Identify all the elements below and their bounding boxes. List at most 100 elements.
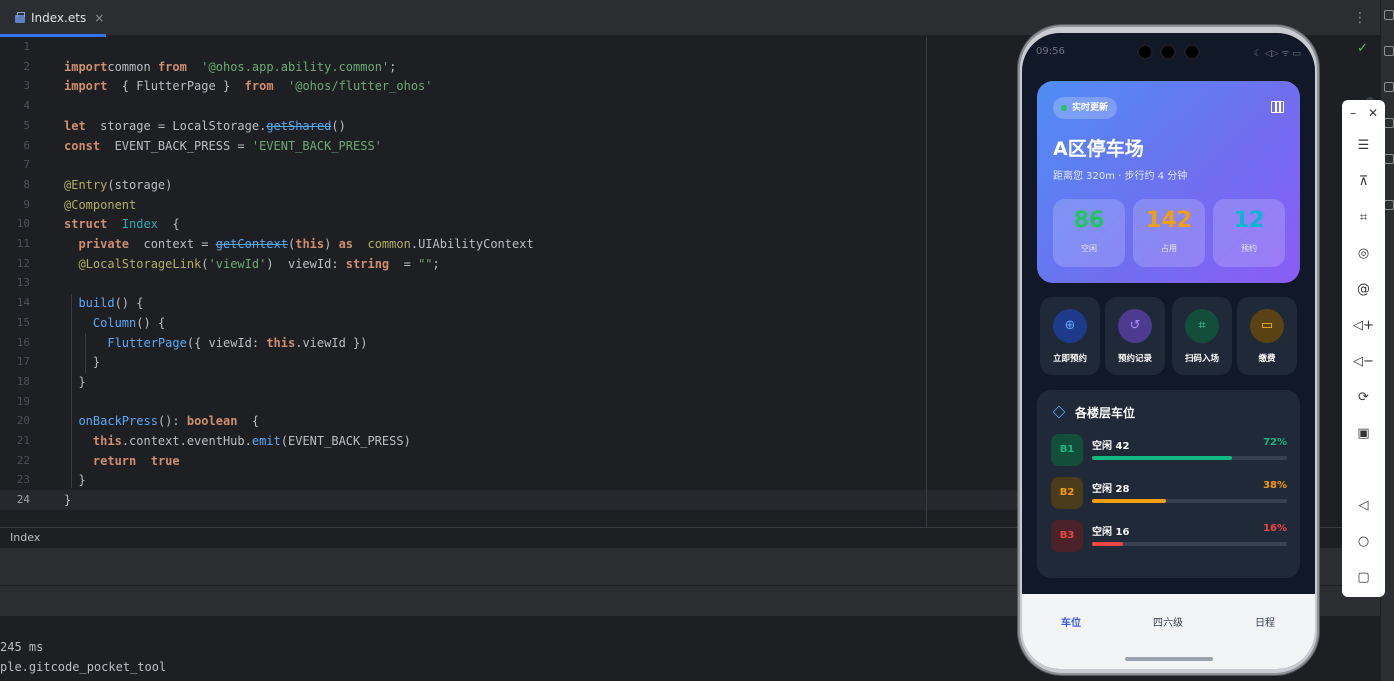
tool-window-icon[interactable] (1384, 154, 1394, 164)
phone-screen[interactable]: 09:56 ☾ ◁▷ ᯤ ▭ 实时更新 A区停车场 距离您 320m · 步行约… (1022, 33, 1315, 669)
code-token: () { (136, 315, 166, 330)
line-number: 16 (16, 335, 30, 349)
nav-item-cet[interactable]: 四六级 (1153, 614, 1183, 629)
line-number: 23 (16, 473, 30, 487)
volume-down-icon[interactable]: ◁− (1342, 354, 1385, 369)
volume-up-icon[interactable]: ◁+ (1342, 318, 1385, 333)
action-icon-circle: ▭ (1250, 309, 1284, 343)
nav-item-schedule[interactable]: 日程 (1255, 614, 1275, 629)
action-label: 立即预约 (1052, 354, 1087, 364)
floor-badge: B2 (1051, 477, 1083, 509)
floor-row-b3[interactable]: B3 空闲 16 16% (1051, 520, 1287, 554)
line-number: 9 (23, 197, 30, 211)
code-token: onBackPress (78, 414, 158, 429)
code-line: build() { (64, 294, 143, 313)
map-icon[interactable] (1271, 101, 1284, 113)
code-token: from (244, 79, 274, 94)
code-token: .context.eventHub. (121, 434, 252, 448)
status-bar: 09:56 ☾ ◁▷ ᯤ ▭ (1022, 33, 1315, 71)
back-icon[interactable]: ◁ (1342, 498, 1385, 513)
code-token: (EVENT_BACK_PRESS) (280, 434, 411, 448)
status-icons: ☾ ◁▷ ᯤ ▭ (1253, 49, 1301, 59)
pin-top-icon[interactable]: ⊼ (1342, 174, 1385, 189)
code-token: this (92, 434, 122, 448)
code-token: common (107, 59, 158, 74)
floor-free-label: 空闲 42 (1092, 441, 1130, 452)
code-line: let storage = LocalStorage.getShared() (64, 117, 346, 136)
code-token: this (295, 237, 325, 251)
line-number: 10 (16, 217, 30, 231)
code-token: .viewId }) (295, 335, 368, 350)
emulator-toolbar: – ✕ ☰ ⊼ ⌗ ◎ @ ◁+ ◁− ⟳ ▣ ◁ ○ ▢ (1342, 100, 1385, 597)
code-token: boolean (186, 414, 238, 429)
code-token: let (64, 118, 86, 133)
rotate-device-icon[interactable]: ⟳ (1342, 390, 1385, 405)
tool-window-icon[interactable] (1384, 118, 1394, 128)
line-number: 4 (23, 99, 30, 113)
code-token: private (78, 237, 130, 251)
line-number: 22 (16, 453, 30, 467)
action-reserve-now[interactable]: ⊕ 立即预约 (1040, 297, 1100, 375)
code-line: import { FlutterPage } from '@ohos/flutt… (64, 77, 433, 96)
code-token: as (338, 237, 354, 251)
floor-row-b1[interactable]: B1 空闲 42 72% (1051, 434, 1287, 468)
code-token: FlutterPage (107, 335, 187, 350)
more-options-icon[interactable]: ⋮ (1353, 10, 1367, 26)
multi-screen-icon[interactable]: ▣ (1342, 426, 1385, 441)
tab-index-ets[interactable]: Index.ets × (0, 0, 106, 37)
notifications-icon[interactable] (1384, 10, 1394, 20)
minimize-icon[interactable]: – (1350, 106, 1356, 120)
code-token: emit (251, 434, 281, 448)
code-token: () (331, 118, 346, 133)
home-icon[interactable]: ○ (1342, 534, 1385, 549)
nav-item-parking[interactable]: 车位 (1061, 614, 1081, 629)
code-token: import (64, 79, 108, 94)
action-scan-entry[interactable]: ⌗ 扫码入场 (1172, 297, 1232, 375)
code-line: return true (64, 452, 180, 471)
close-tab-icon[interactable]: × (94, 11, 104, 25)
crop-icon[interactable]: ⌗ (1342, 210, 1385, 225)
action-reservation-history[interactable]: ↺ 预约记录 (1105, 297, 1165, 375)
device-icon[interactable] (1384, 200, 1394, 210)
code-token: struct (64, 217, 108, 232)
line-number: 18 (16, 374, 30, 388)
screenshot-icon[interactable]: @ (1342, 282, 1385, 297)
close-icon[interactable]: ✕ (1368, 106, 1378, 120)
tool-window-icon[interactable] (1384, 46, 1394, 56)
action-pay[interactable]: ▭ 缴费 (1237, 297, 1297, 375)
code-token: @Entry (64, 177, 108, 192)
scan-icon: ⌗ (1198, 318, 1206, 333)
code-token: Column (92, 315, 137, 330)
home-indicator[interactable] (1125, 657, 1213, 661)
line-number: 20 (16, 414, 30, 428)
code-line: } (64, 491, 71, 510)
line-number: 1 (23, 40, 30, 53)
breadcrumb-item[interactable]: Index (10, 531, 40, 544)
code-token: } (64, 493, 72, 508)
tool-window-icon[interactable] (1384, 82, 1394, 92)
line-number: 13 (16, 276, 30, 290)
code-token: ( (201, 256, 209, 271)
rotate-icon[interactable]: ◎ (1342, 246, 1385, 261)
code-token: "" (418, 256, 433, 271)
code-token: getShared (266, 118, 332, 133)
history-icon: ↺ (1129, 318, 1141, 333)
code-token: } (64, 374, 86, 389)
line-number: 15 (16, 315, 30, 329)
floor-row-b2[interactable]: B2 空闲 28 38% (1051, 477, 1287, 511)
recents-icon[interactable]: ▢ (1342, 570, 1385, 585)
no-problems-check-icon[interactable]: ✓ (1357, 41, 1368, 56)
line-number: 7 (23, 158, 30, 172)
action-icon-circle: ⌗ (1185, 309, 1219, 343)
line-number: 8 (23, 177, 30, 191)
menu-icon[interactable]: ☰ (1342, 138, 1385, 153)
right-margin-line (926, 37, 927, 527)
code-token: ({ viewId: (186, 335, 267, 350)
